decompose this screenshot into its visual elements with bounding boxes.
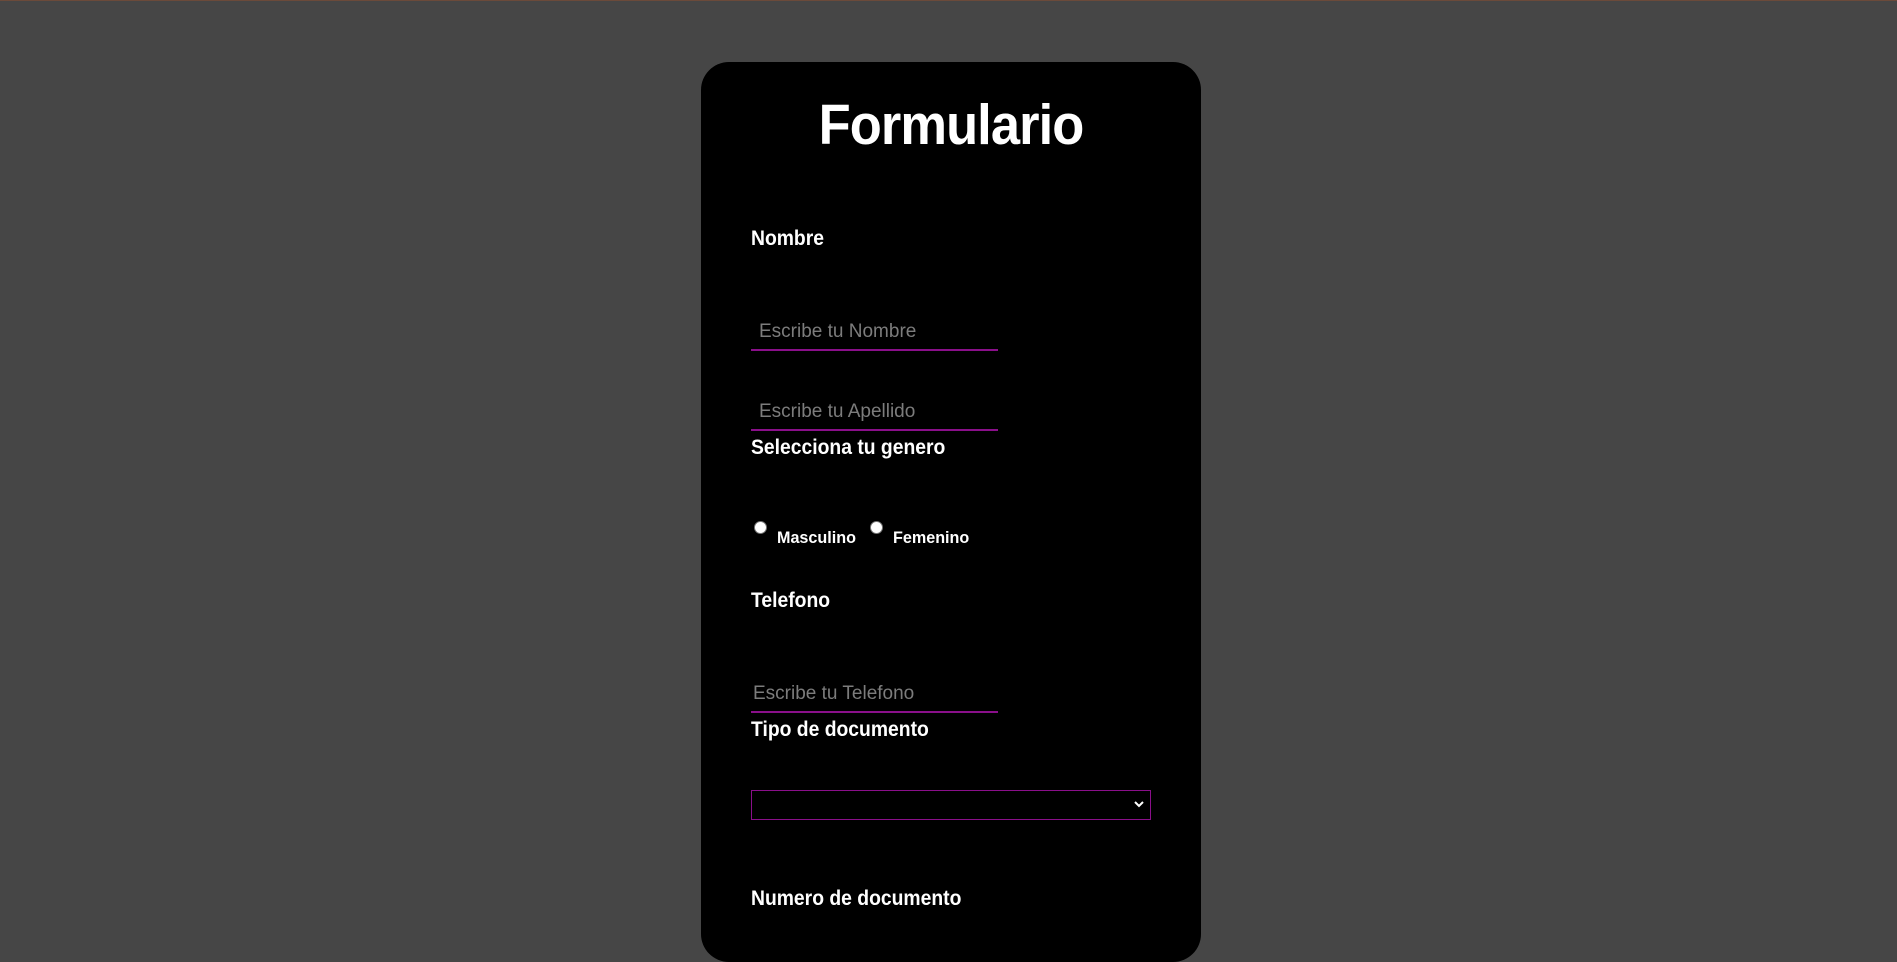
page-title: Formulario [818,93,1085,157]
femenino-radio-label: Femenino [893,528,970,547]
top-border-line [0,0,1897,1]
masculino-radio[interactable] [754,521,767,534]
numero-documento-label: Numero de documento [751,887,962,910]
nombre-input[interactable] [751,315,998,351]
nombre-label: Nombre [751,227,825,250]
apellido-input[interactable] [751,395,998,431]
telefono-input[interactable] [751,677,998,713]
genero-radio-group: Masculino Femenino [751,517,973,547]
chevron-down-icon [1134,801,1144,808]
tipo-documento-label: Tipo de documento [751,718,929,741]
form-card: Formulario Nombre Selecciona tu genero M… [701,62,1201,962]
telefono-label: Telefono [751,589,831,612]
tipo-documento-select[interactable] [751,790,1151,820]
femenino-radio[interactable] [870,521,883,534]
genero-label: Selecciona tu genero [751,436,946,459]
masculino-radio-label: Masculino [777,528,856,547]
